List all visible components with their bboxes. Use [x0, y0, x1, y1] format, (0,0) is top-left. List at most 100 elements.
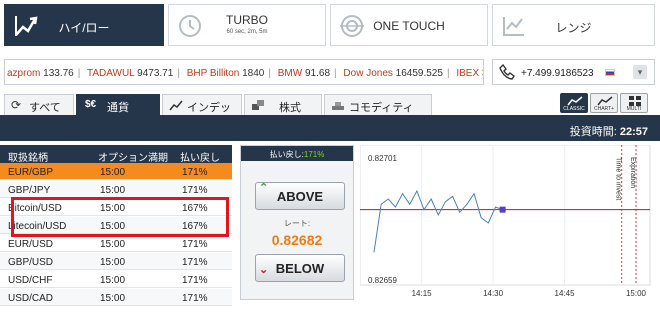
- tab-index[interactable]: インデックス: [162, 94, 242, 130]
- table-row[interactable]: EUR/USD 15:00 171%: [0, 235, 232, 252]
- ticker-name: azprom: [7, 68, 41, 79]
- payout-header: 払い戻し:171%: [241, 146, 353, 161]
- row-expiry: 15:00: [100, 293, 126, 304]
- x-tick-label: 14:45: [555, 289, 576, 298]
- x-tick-label: 14:15: [412, 289, 433, 298]
- price-chart[interactable]: 0.82701 0.82659 Time to invest Expiration 14…: [359, 144, 655, 305]
- ticker-name: BMW: [277, 68, 303, 79]
- row-expiry: 15:00: [100, 257, 126, 268]
- row-payout: 171%: [182, 239, 208, 250]
- tab-one-touch[interactable]: ONE TOUCH: [330, 4, 488, 46]
- tab-stocks-label: 株式: [279, 102, 301, 114]
- row-asset: USD/CAD: [8, 293, 54, 304]
- rate-value: 0.82682: [271, 232, 323, 248]
- tab-turbo[interactable]: TURBO 60 sec, 2m, 5m: [168, 4, 326, 46]
- commodity-icon: [332, 102, 344, 110]
- row-payout: 171%: [182, 275, 208, 286]
- tab-commodity[interactable]: コモディティ: [324, 94, 432, 115]
- index-chart-icon: [169, 100, 183, 111]
- arrow-up-icon: ⌃: [259, 182, 269, 194]
- row-expiry: 15:00: [100, 239, 126, 250]
- ticker-separator: |: [446, 68, 450, 79]
- table-header: 取扱銘柄 オプション満期 払い戻し: [0, 145, 232, 164]
- stocks-icon: [252, 100, 264, 110]
- tab-high-low-label: ハイ/ロー: [58, 21, 110, 35]
- arrow-down-icon: ⌄: [259, 264, 269, 276]
- chart-plus-icon: [597, 96, 613, 106]
- grid-icon: [629, 96, 641, 106]
- header-expiry: オプション満期: [98, 153, 168, 164]
- highlight-box: [11, 197, 229, 237]
- view-classic-button[interactable]: CLASSIC: [560, 93, 588, 113]
- ticker-value: 91.68: [304, 68, 331, 79]
- x-tick-label: 15:00: [626, 289, 647, 298]
- marker-label: Expiration: [629, 157, 636, 188]
- trade-time-bar: 投資時間: 22:57: [0, 115, 660, 141]
- tab-turbo-sub: 60 sec, 2m, 5m: [226, 29, 268, 35]
- tab-stocks[interactable]: 株式: [244, 94, 322, 115]
- tab-range-label: レンジ: [555, 21, 592, 35]
- ticker-name: Dow Jones: [343, 68, 393, 79]
- phone-box: +7.499.9186523 ▾: [492, 59, 655, 85]
- row-payout: 171%: [182, 185, 208, 196]
- view-chart-plus-label: CHART+: [593, 106, 615, 112]
- chart-frame: [359, 144, 651, 286]
- tab-high-low[interactable]: ハイ/ロー: [4, 4, 164, 46]
- tab-range[interactable]: レンジ: [492, 4, 655, 46]
- marker-label: Time to invest: [615, 157, 622, 200]
- ticker-separator: |: [77, 68, 81, 79]
- tab-turbo-label: TURBO: [226, 13, 268, 27]
- ticker-separator: |: [268, 68, 271, 79]
- ticker-name: BHP Billiton: [186, 68, 240, 79]
- tab-commodity-label: コモディティ: [349, 102, 414, 114]
- above-label: ABOVE: [276, 189, 324, 204]
- market-ticker: azprom 133.76 | TADAWUL 9473.71 | BHP Bill…: [4, 59, 484, 85]
- chevron-down-icon[interactable]: ▾: [633, 65, 647, 79]
- above-button[interactable]: ⌃ ABOVE: [255, 182, 345, 210]
- view-multi-button[interactable]: MULTI: [620, 93, 648, 113]
- row-payout: 171%: [182, 293, 208, 304]
- table-row[interactable]: EUR/GBP 15:00 171%: [0, 163, 232, 180]
- view-multi-label: MULTI: [626, 106, 642, 112]
- x-tick-label: 14:30: [483, 289, 504, 298]
- tab-currency-label: 通貨: [107, 102, 129, 114]
- row-asset: GBP/USD: [8, 257, 54, 268]
- currency-icon: $€: [85, 99, 97, 110]
- refresh-icon: ⟳: [11, 98, 22, 112]
- row-expiry: 15:00: [100, 275, 126, 286]
- payout-value: 171%: [303, 150, 325, 159]
- table-row[interactable]: USD/CAD 15:00 171%: [0, 289, 232, 306]
- row-expiry: 15:00: [100, 185, 126, 196]
- y-axis-top-label: 0.82701: [368, 154, 397, 163]
- phone-number[interactable]: +7.499.9186523: [521, 68, 594, 79]
- trade-time-value: 22:57: [619, 126, 648, 138]
- classic-chart-icon: [567, 96, 583, 106]
- ticker-name: IBEX 35: [456, 68, 483, 79]
- row-asset: USD/CHF: [8, 275, 53, 286]
- phone-icon: [499, 64, 515, 80]
- table-row[interactable]: USD/CHF 15:00 171%: [0, 271, 232, 288]
- view-classic-label: CLASSIC: [563, 106, 585, 112]
- table-row[interactable]: GBP/JPY 15:00 171%: [0, 181, 232, 198]
- ticker-value: 1840: [242, 68, 265, 79]
- tab-all-label: すべて: [29, 102, 61, 114]
- row-payout: 171%: [182, 167, 208, 178]
- ticker-separator: |: [177, 68, 180, 79]
- row-asset: EUR/GBP: [8, 167, 54, 178]
- rate-label: レート:: [283, 219, 311, 228]
- header-payout: 払い戻し: [180, 153, 220, 164]
- ticker-name: TADAWUL: [86, 68, 135, 79]
- table-row[interactable]: GBP/USD 15:00 171%: [0, 253, 232, 270]
- header-asset: 取扱銘柄: [8, 153, 48, 164]
- current-point: [499, 206, 506, 213]
- row-asset: EUR/USD: [8, 239, 54, 250]
- ticker-value: 133.76: [43, 68, 74, 79]
- view-chart-plus-button[interactable]: CHART+: [590, 93, 618, 113]
- russia-flag-icon[interactable]: [605, 69, 615, 76]
- tab-one-touch-label: ONE TOUCH: [373, 19, 445, 33]
- trade-time-label: 投資時間:: [569, 126, 617, 138]
- below-button[interactable]: ⌄ BELOW: [255, 254, 345, 282]
- tab-all-assets[interactable]: ⟳ すべて: [4, 94, 74, 115]
- tab-currency[interactable]: $€ 通貨: [76, 94, 160, 115]
- row-expiry: 15:00: [100, 167, 126, 178]
